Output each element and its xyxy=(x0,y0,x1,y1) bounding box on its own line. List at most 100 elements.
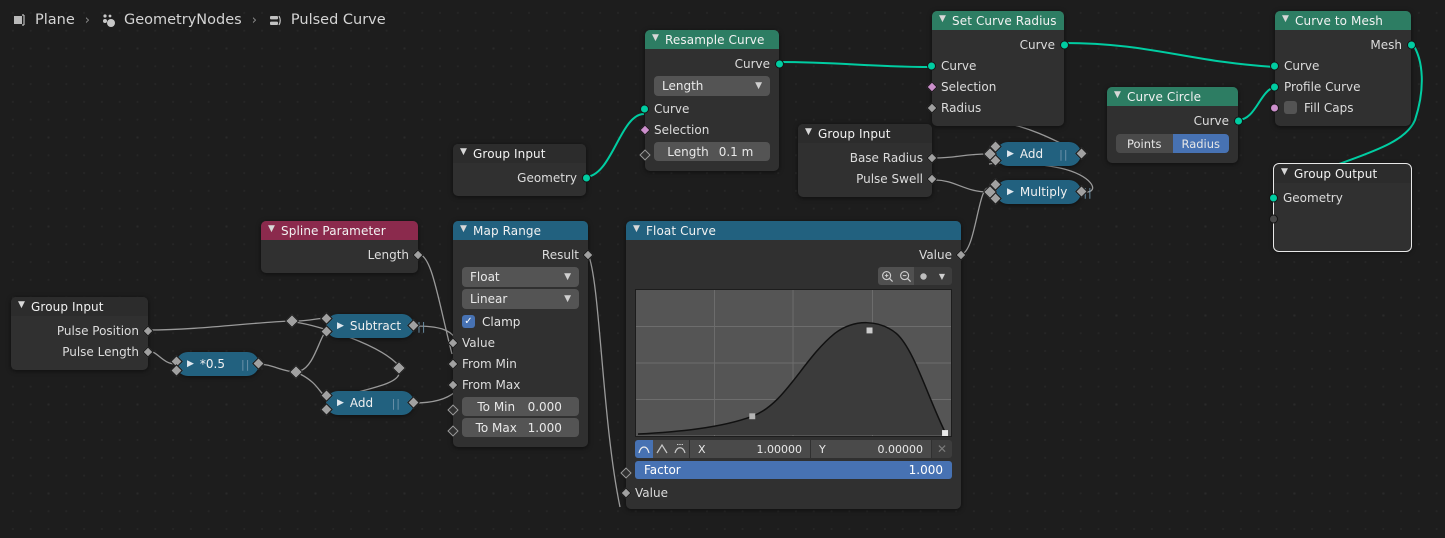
socket-row-extend[interactable] xyxy=(1269,208,1411,229)
input-socket-extend[interactable] xyxy=(1269,214,1278,223)
chevron-down-icon[interactable]: ▼ xyxy=(652,34,659,43)
chevron-down-icon[interactable]: ▼ xyxy=(939,15,946,24)
zoom-out-icon[interactable] xyxy=(896,267,914,285)
node-set-curve-radius[interactable]: ▼ Set Curve Radius Curve Curve Selection… xyxy=(926,11,1069,126)
breadcrumb-item-modifier[interactable]: GeometryNodes xyxy=(93,12,249,29)
node-group-output[interactable]: ▼ Group Output Geometry xyxy=(1269,163,1412,252)
socket-row-value[interactable]: Value xyxy=(447,332,588,353)
output-socket-curve[interactable] xyxy=(1060,40,1069,49)
node-group-input-radius[interactable]: ▼ Group Input Base Radius Pulse Swell xyxy=(798,124,938,197)
curve-preset-chevron-down-icon[interactable]: ▼ xyxy=(932,267,952,285)
input-socket-curve[interactable] xyxy=(927,61,936,70)
socket-row-curve-out[interactable]: Curve xyxy=(932,34,1069,55)
chevron-down-icon[interactable]: ▼ xyxy=(1281,168,1288,177)
socket-row-result[interactable]: Result xyxy=(453,244,594,265)
curve-bottom-bar[interactable]: X 1.00000 Y 0.00000 ✕ xyxy=(635,440,952,458)
auto-handle-icon[interactable] xyxy=(635,440,653,458)
curve-toolbar[interactable]: ▼ xyxy=(635,267,952,285)
output-socket-curve[interactable] xyxy=(1234,116,1243,125)
socket-row-mesh-out[interactable]: Mesh xyxy=(1275,34,1416,55)
curve-graph[interactable] xyxy=(635,289,952,437)
clamp-checkbox[interactable]: ✓ xyxy=(462,315,475,328)
toggle-option-radius[interactable]: Radius xyxy=(1172,134,1229,153)
socket-row-pulse-position[interactable]: Pulse Position xyxy=(11,320,154,341)
toggle-option-points[interactable]: Points xyxy=(1116,134,1173,153)
socket-row-value-in[interactable]: Value xyxy=(620,482,961,503)
input-socket-curve[interactable] xyxy=(1270,61,1279,70)
socket-row-base-radius[interactable]: Base Radius xyxy=(798,147,938,168)
chevron-right-icon[interactable]: ▶ xyxy=(1007,187,1014,197)
node-group-input-pulse[interactable]: ▼ Group Input Pulse Position Pulse Lengt… xyxy=(11,297,154,370)
chevron-down-icon[interactable]: ▼ xyxy=(460,225,467,234)
to-max-field[interactable]: To Max 1.000 xyxy=(462,418,579,437)
node-header[interactable]: ▼ Group Input xyxy=(11,297,148,316)
node-math-subtract[interactable]: ▶ Subtract || xyxy=(320,312,425,338)
chevron-down-icon[interactable]: ▼ xyxy=(18,301,25,310)
node-math-add-radius[interactable]: ▶ Add || xyxy=(989,140,1088,167)
fill-caps-checkbox-row[interactable]: Fill Caps xyxy=(1284,101,1353,115)
chevron-right-icon[interactable]: ▶ xyxy=(1007,149,1014,159)
output-socket-mesh[interactable] xyxy=(1407,40,1416,49)
chevron-right-icon[interactable]: ▶ xyxy=(337,398,344,408)
socket-row-profile-curve[interactable]: Profile Curve xyxy=(1270,76,1411,97)
node-math-half[interactable]: ▶ *0.5 || xyxy=(170,352,265,377)
chevron-down-icon[interactable]: ▼ xyxy=(805,128,812,137)
curve-widget[interactable]: ▼ X 1.00000 Y 0.00000 ✕ xyxy=(635,267,952,458)
socket-row-selection[interactable]: Selection xyxy=(926,76,1064,97)
to-min-field[interactable]: To Min 0.000 xyxy=(462,397,579,416)
node-header[interactable]: ▼ Float Curve xyxy=(626,221,961,240)
socket-row-curve-out[interactable]: Curve xyxy=(1107,110,1243,131)
node-header[interactable]: ▼ Group Output xyxy=(1274,164,1411,183)
breadcrumb-item-object[interactable]: Plane xyxy=(4,12,82,29)
chevron-down-icon[interactable]: ▼ xyxy=(460,148,467,157)
socket-row-length-out[interactable]: Length xyxy=(261,244,424,265)
input-socket-fill-caps[interactable] xyxy=(1270,103,1279,112)
input-socket-curve[interactable] xyxy=(640,104,649,113)
node-header[interactable]: ▼ Spline Parameter xyxy=(261,221,418,240)
factor-slider[interactable]: Factor 1.000 xyxy=(635,461,952,479)
socket-row-fill-caps[interactable]: Fill Caps xyxy=(1270,97,1411,118)
socket-row-curve-out[interactable]: Curve xyxy=(645,53,784,74)
node-float-curve[interactable]: ▼ Float Curve Value ▼ X 1.00000 Y 0.0000… xyxy=(620,221,967,509)
socket-row-from-max[interactable]: From Max xyxy=(447,374,588,395)
node-header[interactable]: ▼ Map Range xyxy=(453,221,588,240)
node-curve-to-mesh[interactable]: ▼ Curve to Mesh Mesh Curve Profile Curve… xyxy=(1270,11,1416,126)
data-type-dropdown[interactable]: Float ▼ xyxy=(462,267,579,287)
chevron-down-icon[interactable]: ▼ xyxy=(268,225,275,234)
node-spline-parameter[interactable]: ▼ Spline Parameter Length xyxy=(261,221,424,273)
socket-row-geometry-in[interactable]: Geometry xyxy=(1269,187,1411,208)
socket-row-pulse-length[interactable]: Pulse Length xyxy=(11,341,154,362)
clamp-checkbox-row[interactable]: ✓ Clamp xyxy=(453,311,588,332)
node-header[interactable]: ▼ Set Curve Radius xyxy=(932,11,1064,30)
interpolation-dropdown[interactable]: Linear ▼ xyxy=(462,289,579,309)
mode-toggle[interactable]: Points Radius xyxy=(1116,134,1229,153)
clipping-icon[interactable] xyxy=(914,267,932,285)
socket-row-value-out[interactable]: Value xyxy=(626,244,967,265)
coord-y-field[interactable]: Y 0.00000 xyxy=(811,440,931,458)
chevron-down-icon[interactable]: ▼ xyxy=(1282,15,1289,24)
chevron-down-icon[interactable]: ▼ xyxy=(1114,91,1121,100)
handle-type-group[interactable] xyxy=(635,440,689,458)
socket-row-from-min[interactable]: From Min xyxy=(447,353,588,374)
socket-row-curve-in[interactable]: Curve xyxy=(640,98,779,119)
fill-caps-checkbox[interactable] xyxy=(1284,101,1297,114)
node-resample-curve[interactable]: ▼ Resample Curve Curve Length ▼ Curve Se… xyxy=(639,30,784,171)
node-header[interactable]: ▼ Resample Curve xyxy=(645,30,779,49)
chevron-right-icon[interactable]: ▶ xyxy=(187,359,194,369)
socket-row-curve-in[interactable]: Curve xyxy=(927,55,1064,76)
zoom-in-icon[interactable] xyxy=(878,267,896,285)
vector-handle-icon[interactable] xyxy=(653,440,671,458)
node-header[interactable]: ▼ Group Input xyxy=(453,144,586,163)
socket-row-geometry-out[interactable]: Geometry xyxy=(453,167,591,188)
node-header[interactable]: ▼ Curve Circle xyxy=(1107,87,1238,106)
node-header[interactable]: ▼ Group Input xyxy=(798,124,932,143)
chevron-right-icon[interactable]: ▶ xyxy=(337,321,344,331)
input-socket-profile-curve[interactable] xyxy=(1270,82,1279,91)
input-socket-geometry[interactable] xyxy=(1269,193,1278,202)
coord-x-field[interactable]: X 1.00000 xyxy=(690,440,810,458)
node-header[interactable]: ▼ Curve to Mesh xyxy=(1275,11,1411,30)
mode-dropdown[interactable]: Length ▼ xyxy=(654,76,770,96)
breadcrumb-item-nodegroup[interactable]: Pulsed Curve xyxy=(260,12,393,29)
chevron-down-icon[interactable]: ▼ xyxy=(633,225,640,234)
node-math-add-lower[interactable]: ▶ Add || xyxy=(320,389,420,416)
